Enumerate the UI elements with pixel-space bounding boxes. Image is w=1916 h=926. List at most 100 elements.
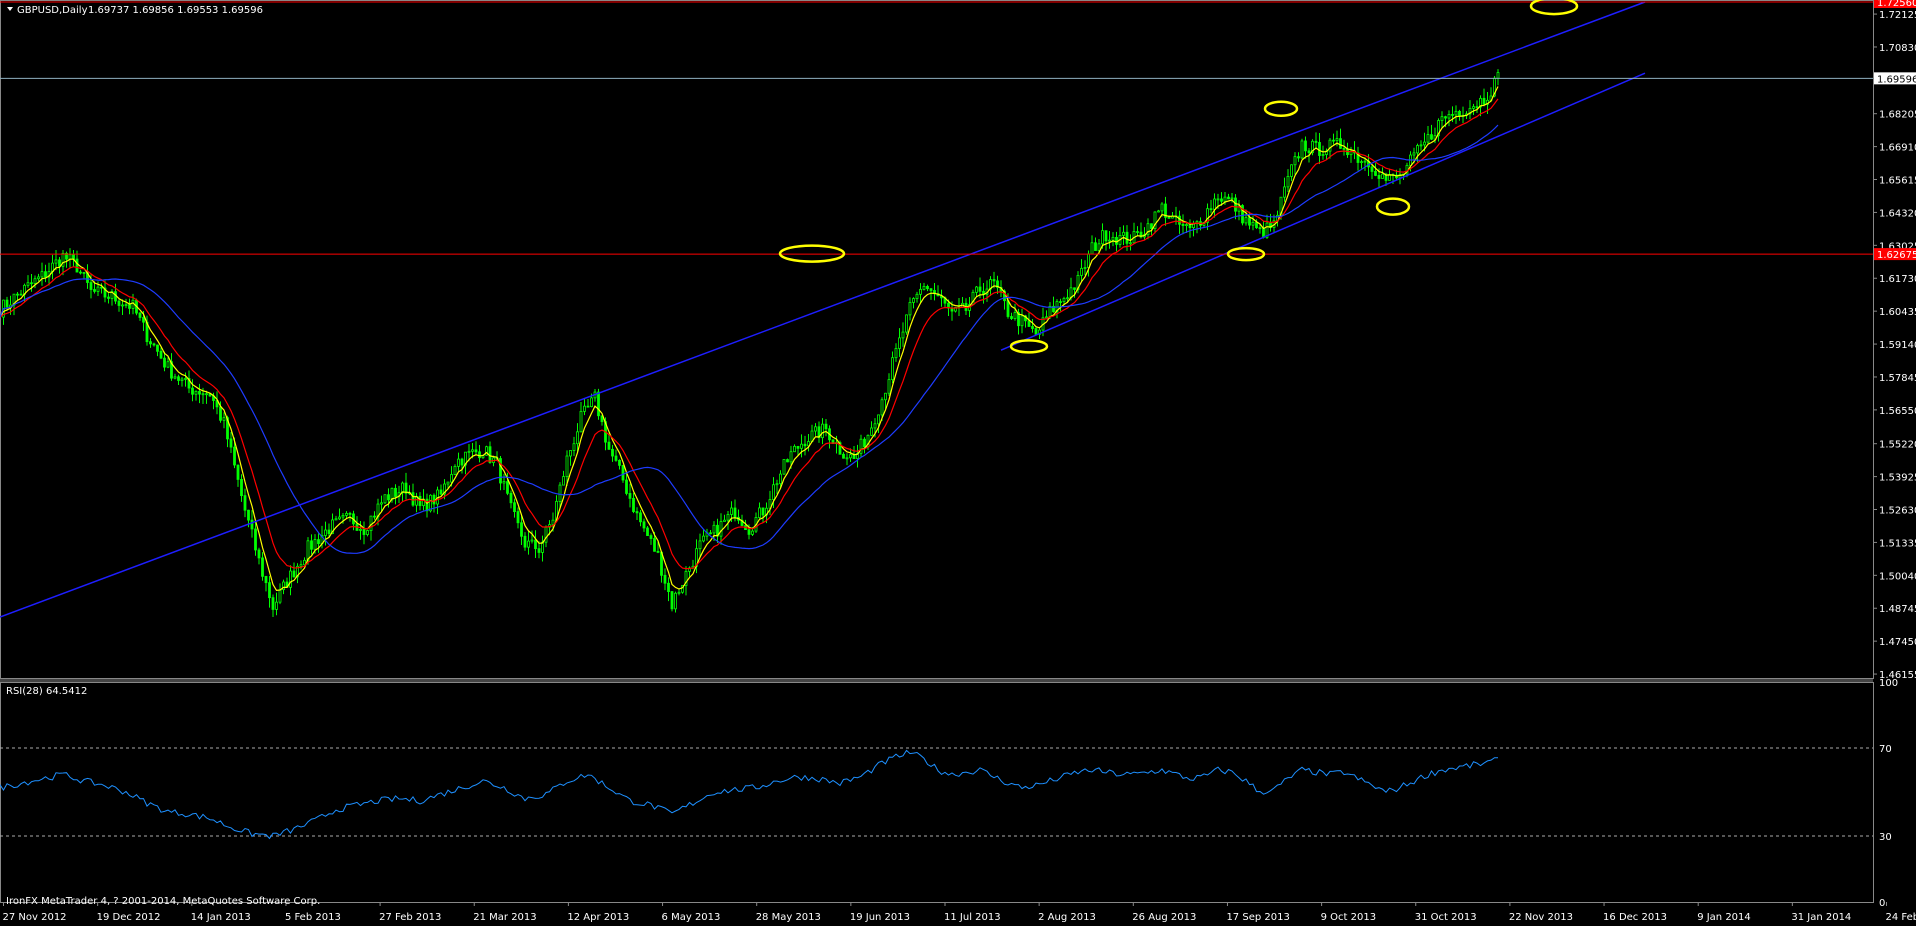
candle-body [877,414,880,425]
candle-body [156,344,159,352]
candle-body [635,511,639,514]
x-tick-label: 22 Nov 2013 [1509,912,1573,923]
candle-body [1209,208,1213,211]
candle-body [264,575,268,584]
candle-body [1335,138,1339,141]
candle-body [1451,114,1454,116]
candle-body [439,489,443,495]
chart-canvas[interactable]: 1.72125 1.70830 1.68205 1.66910 1.65615 1.643… [0,0,1916,926]
rsi-tick-label: 30 [1879,832,1892,843]
candle-body [509,492,513,504]
candle-body [1220,198,1223,202]
candle-body [842,453,845,459]
candle-body [779,473,782,485]
candle-body [117,300,121,306]
candle-body [1097,243,1101,251]
candle-body [1283,186,1286,198]
candle-body [1262,228,1265,238]
candle-body [586,405,590,408]
candle-body [775,483,779,486]
candle-body [460,458,464,466]
candle-body [863,438,866,448]
candle-body [541,541,544,553]
candle-body [1045,316,1048,319]
candle-body [1293,156,1297,166]
candle-body [177,376,180,381]
candle-body [513,502,516,513]
candle-body [614,455,618,461]
candle-body [1090,242,1094,255]
candle-body [656,550,660,553]
candle-body [313,539,317,550]
x-tick-label: 21 Mar 2013 [473,912,536,923]
price-tag-label: 1.62675 [1877,250,1916,261]
candle-body [247,509,250,521]
candle-body [884,392,887,401]
candle-body [1027,320,1031,327]
candle-body [359,528,362,531]
candle-body [1087,253,1090,268]
candle-body [275,601,278,610]
rsi-tick-label: 0 [1879,898,1885,909]
candle-body [919,288,922,295]
y-tick-label: 1.61730 [1879,274,1916,285]
candle-body [450,474,453,483]
candle-body [1412,152,1416,156]
candle-body [1181,223,1185,226]
candle-body [576,431,579,445]
candle-body [383,494,387,504]
candle-body [467,450,471,453]
y-tick-label: 1.59140 [1879,340,1916,351]
candle-body [670,591,674,610]
candle-body [499,458,502,484]
candle-body [229,438,233,448]
x-tick-label: 12 Apr 2013 [567,912,629,923]
candle-body [1447,114,1451,119]
candle-body [1150,223,1153,229]
candle-body [1360,161,1363,164]
candle-body [800,443,803,449]
candle-body [1328,139,1332,152]
candle-body [243,495,247,511]
x-tick-label: 6 May 2013 [662,912,721,923]
candle-body [1048,305,1052,318]
x-tick-label: 28 May 2013 [756,912,821,923]
rsi-tick-label: 100 [1879,678,1898,689]
candle-body [401,482,404,494]
candle-body [1034,328,1038,335]
candle-body [457,458,460,467]
candle-body [19,293,23,296]
candle-body [758,507,761,518]
x-tick-label: 14 Jan 2013 [191,912,251,923]
candle-body [240,479,243,497]
y-tick-label: 1.64320 [1879,208,1916,219]
candle-body [1129,242,1132,245]
candle-body [394,487,397,497]
candle-body [1157,210,1160,213]
candle-body [1475,106,1479,109]
candle-body [730,507,733,515]
candle-body [1496,72,1500,79]
y-tick-label: 1.65615 [1879,176,1916,187]
candle-body [523,535,527,548]
candle-body [1213,198,1216,210]
candle-body [628,493,632,499]
candle-body [530,539,534,542]
candle-body [1426,134,1430,143]
candle-body [334,518,338,521]
candle-body [159,350,163,359]
candle-body [821,423,824,439]
candle-body [180,378,184,381]
candle-body [891,357,894,381]
candle-body [1227,196,1230,200]
candle-body [709,532,712,535]
x-tick-label: 19 Dec 2012 [97,912,161,923]
candle-body [219,406,222,421]
candle-body [1482,97,1486,105]
candle-body [562,476,565,486]
candle-body [324,529,327,536]
candle-body [380,502,383,505]
candle-body [912,298,915,303]
candle-body [1073,287,1076,290]
candle-body [632,497,635,512]
